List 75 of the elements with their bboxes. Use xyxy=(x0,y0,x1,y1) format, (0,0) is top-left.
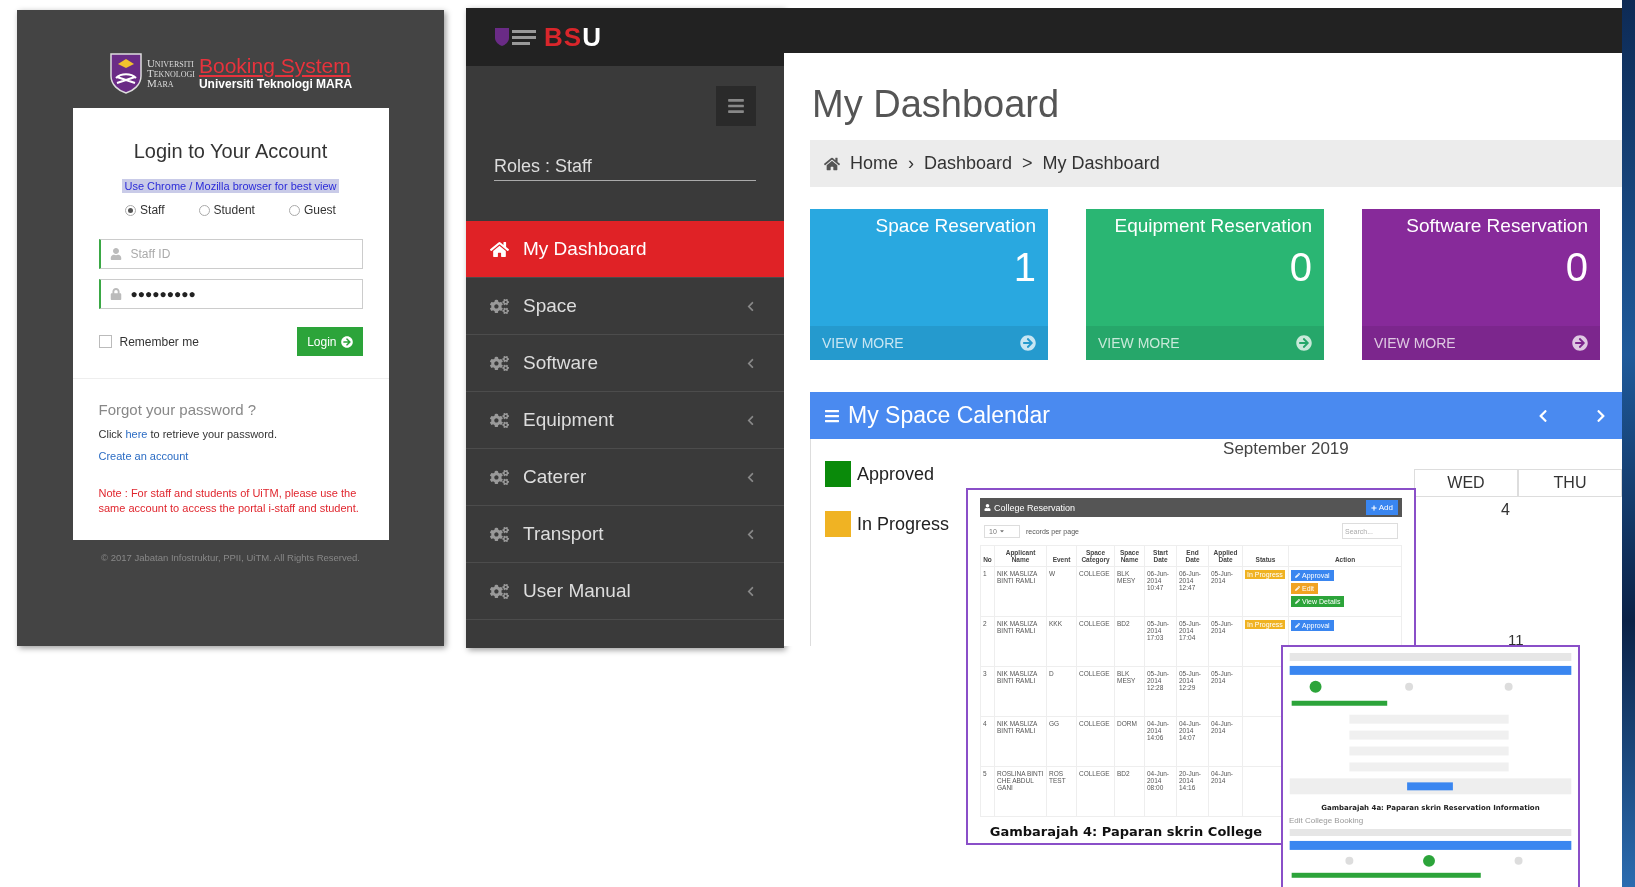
browser-note: Use Chrome / Mozilla browser for best view xyxy=(122,179,339,193)
crest-icon xyxy=(494,27,538,47)
card-count: 1 xyxy=(1012,244,1037,291)
chevron-icon xyxy=(745,357,756,369)
caret-icon xyxy=(998,527,1005,534)
legend-label: In Progress xyxy=(857,513,950,535)
menu-icon xyxy=(727,97,745,115)
sidebar-item[interactable]: My Dashboard xyxy=(466,221,784,278)
pencil-icon xyxy=(1295,599,1300,604)
pencil-icon xyxy=(1295,623,1300,628)
breadcrumb-item[interactable]: My Dashboard xyxy=(1042,153,1160,174)
gears-icon xyxy=(490,524,509,544)
role-radio[interactable]: Staff xyxy=(125,203,165,217)
breadcrumb-item[interactable]: Home xyxy=(850,153,898,174)
logo-text: Universiti xyxy=(146,58,195,68)
logo-title: Booking System xyxy=(198,55,352,77)
card-count: 0 xyxy=(1564,244,1589,291)
day-header: THU xyxy=(1518,469,1622,497)
forgot-heading: Forgot your password ? xyxy=(98,401,258,418)
form-heading: Edit College Booking xyxy=(1289,816,1365,826)
home-icon xyxy=(490,239,509,259)
remember-checkbox[interactable]: Remember me xyxy=(98,334,199,349)
logo-text: Mara xyxy=(146,78,175,88)
logo-subtitle: Universiti Teknologi MARA xyxy=(198,77,353,91)
staff-id-field[interactable]: Staff ID xyxy=(98,239,363,269)
university-crest-icon xyxy=(108,52,143,94)
chevron-icon xyxy=(745,414,756,426)
copyright-text: © 2017 Jabatan Infostruktur, PPII, UiTM. All Rights Reserved. xyxy=(101,552,360,563)
user-icon xyxy=(109,248,122,260)
calendar-title: My Space Calendar xyxy=(848,402,1051,429)
roles-label: Roles : Staff xyxy=(494,156,756,181)
home-icon xyxy=(824,155,840,172)
table-title: College Reservation xyxy=(994,502,1076,513)
here-link[interactable]: here xyxy=(125,428,148,440)
card-title: Equipment Reservation xyxy=(1113,214,1313,237)
chevron-icon xyxy=(745,471,756,483)
user-icon xyxy=(984,504,991,511)
role-radio[interactable]: Guest xyxy=(288,203,336,217)
month-title: September 2019 xyxy=(1222,439,1350,459)
menu-icon xyxy=(824,407,840,424)
date-number: 11 xyxy=(1508,631,1524,648)
chevron-icon xyxy=(745,585,756,597)
plus-icon xyxy=(1370,504,1377,511)
legend-label: Approved xyxy=(857,463,935,485)
gears-icon xyxy=(490,581,509,601)
card-title: Software Reservation xyxy=(1405,214,1589,237)
breadcrumb-separator: › xyxy=(908,153,914,174)
chevron-icon xyxy=(745,528,756,540)
page-title: My Dashboard xyxy=(812,83,1061,126)
breadcrumb-item[interactable]: Dashboard xyxy=(924,153,1013,174)
breadcrumb-separator: > xyxy=(1022,153,1033,174)
chevron-icon xyxy=(745,300,756,312)
retrieve-text: Click here to retrieve your password. xyxy=(98,428,279,440)
create-account-link[interactable]: Create an account xyxy=(98,450,363,462)
date-number: 4 xyxy=(1500,500,1511,520)
card-title: Space Reservation xyxy=(874,214,1037,237)
menu-button[interactable] xyxy=(716,86,756,126)
gears-icon xyxy=(490,410,509,430)
logo-text: Teknologi xyxy=(146,68,195,78)
pencil-icon xyxy=(1295,573,1300,578)
role-radio[interactable]: Student xyxy=(198,203,255,217)
brand-logo: BSU xyxy=(544,21,602,53)
pencil-icon xyxy=(1295,586,1300,591)
add-button[interactable]: Add xyxy=(1365,500,1398,515)
note-text: Note : For staff and students of UiTM, please use the same account to access the portal i-staff and student. xyxy=(98,486,360,516)
gears-icon xyxy=(490,296,509,316)
gears-icon xyxy=(490,353,509,373)
view-more-link[interactable]: VIEW MORE xyxy=(1362,326,1600,360)
card-count: 0 xyxy=(1288,244,1313,291)
day-header: WED xyxy=(1414,469,1518,497)
password-field[interactable]: ●●●●●●●●● xyxy=(98,279,363,309)
gears-icon xyxy=(490,467,509,487)
login-heading: Login to Your Account xyxy=(133,140,328,163)
lock-icon xyxy=(109,288,122,300)
figure-caption: Gambarajah 4: Paparan skrin College xyxy=(988,824,1264,839)
